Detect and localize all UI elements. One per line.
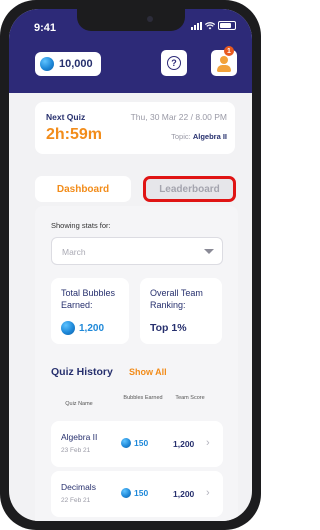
phone-frame: 9:41 10,000 ? 1 Next Quiz 2h:59m Thu, 30… (0, 0, 261, 530)
quiz-date: 22 Feb 21 (61, 497, 91, 504)
chevron-down-icon (204, 249, 214, 254)
show-all-link[interactable]: Show All (129, 367, 167, 377)
team-ranking-card: Overall Team Ranking: Top 1% (140, 278, 222, 344)
device-notch (77, 9, 185, 31)
quiz-date: 23 Feb 21 (61, 447, 91, 454)
quiz-history-title: Quiz History (51, 366, 113, 378)
coin-balance-value: 10,000 (59, 58, 93, 70)
bubble-coin-icon (121, 438, 131, 448)
showing-stats-label: Showing stats for: (51, 221, 111, 230)
next-quiz-card[interactable]: Next Quiz 2h:59m Thu, 30 Mar 22 / 8.00 P… (35, 102, 235, 154)
total-bubbles-card: Total Bubbles Earned: 1,200 (51, 278, 129, 344)
quiz-team-score: 1,200 (173, 439, 195, 449)
app-screen: 9:41 10,000 ? 1 Next Quiz 2h:59m Thu, 30… (9, 9, 252, 521)
chevron-right-icon: › (206, 487, 210, 499)
quiz-history-row[interactable]: Algebra II 23 Feb 21 150 1,200 › (51, 421, 223, 467)
column-header-quiz-name: Quiz Name (65, 401, 93, 407)
column-header-team-score: Team Score (175, 395, 205, 401)
tab-leaderboard[interactable]: Leaderboard (143, 176, 236, 202)
battery-icon (218, 21, 236, 30)
wifi-icon (205, 22, 215, 30)
tab-dashboard[interactable]: Dashboard (35, 176, 131, 202)
month-dropdown-value: March (62, 247, 86, 257)
quiz-name: Algebra II (61, 432, 98, 442)
profile-icon (220, 56, 228, 64)
stats-panel: Showing stats for: March Total Bubbles E… (35, 206, 238, 521)
total-bubbles-label: Total Bubbles Earned: (61, 288, 116, 310)
quiz-team-score: 1,200 (173, 489, 195, 499)
bubble-coin-icon (40, 57, 54, 71)
bubble-coin-icon (61, 321, 75, 335)
status-icons (191, 21, 236, 30)
next-quiz-label: Next Quiz (46, 112, 86, 122)
column-header-bubbles-earned: Bubbles Earned (123, 395, 163, 401)
help-button[interactable]: ? (161, 50, 187, 76)
team-ranking-label: Overall Team Ranking: (150, 288, 203, 310)
quiz-name: Decimals (61, 482, 96, 492)
status-time: 9:41 (34, 22, 57, 34)
notification-badge: 1 (224, 46, 234, 56)
chevron-right-icon: › (206, 437, 210, 449)
next-quiz-countdown: 2h:59m (46, 126, 103, 143)
quiz-bubbles: 150 (121, 488, 148, 498)
month-dropdown[interactable]: March (51, 237, 223, 265)
next-quiz-topic: Topic: Algebra II (171, 132, 227, 141)
help-icon: ? (167, 56, 181, 70)
total-bubbles-value: 1,200 (61, 321, 104, 335)
bubble-coin-icon (121, 488, 131, 498)
quiz-bubbles: 150 (121, 438, 148, 448)
next-quiz-datetime: Thu, 30 Mar 22 / 8.00 PM (130, 112, 227, 122)
coin-balance[interactable]: 10,000 (35, 52, 101, 76)
signal-icon (191, 22, 202, 30)
team-ranking-value: Top 1% (150, 322, 187, 334)
quiz-history-row[interactable]: Decimals 22 Feb 21 150 1,200 › (51, 471, 223, 517)
